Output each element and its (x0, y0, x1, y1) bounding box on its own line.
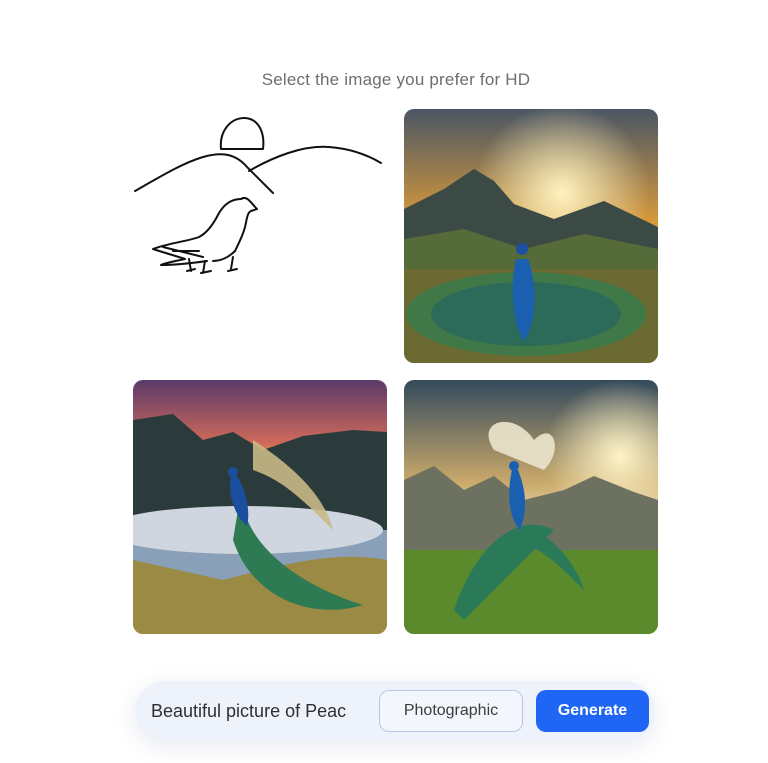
peacock-image-3 (404, 380, 658, 634)
sketch-drawing (133, 109, 387, 363)
sketch-image[interactable] (133, 109, 387, 363)
prompt-input[interactable] (151, 681, 371, 741)
prompt-bar: Photographic Generate (135, 681, 655, 741)
peacock-option-1[interactable] (404, 109, 658, 363)
image-grid (133, 109, 658, 634)
peacock-image-1 (404, 109, 658, 363)
style-select-button[interactable]: Photographic (379, 690, 523, 732)
generate-button[interactable]: Generate (536, 690, 649, 732)
peacock-image-2 (133, 380, 387, 634)
page-title: Select the image you prefer for HD (261, 70, 531, 89)
peacock-option-3[interactable] (404, 380, 658, 634)
peacock-option-2[interactable] (133, 380, 387, 634)
